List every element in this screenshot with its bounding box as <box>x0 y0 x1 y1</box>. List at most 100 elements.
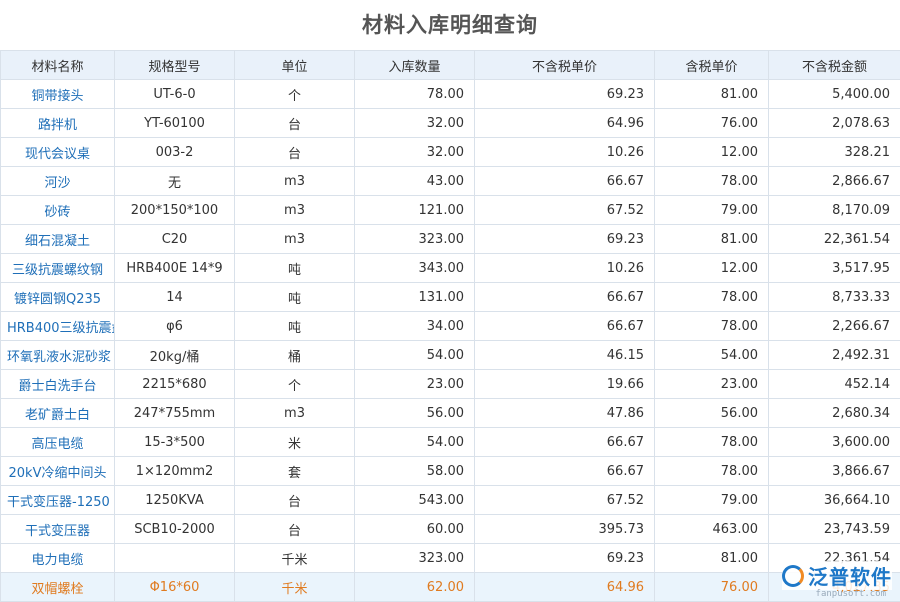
cell-unit: 个 <box>235 80 355 109</box>
cell-amount: 3,866.67 <box>769 457 900 486</box>
cell-unit: m3 <box>235 196 355 225</box>
cell-tax-price: 23.00 <box>655 370 769 399</box>
cell-material-name[interactable]: 环氧乳液水泥砂浆 <box>1 341 115 370</box>
cell-unit: m3 <box>235 225 355 254</box>
cell-amount: 2,266.67 <box>769 312 900 341</box>
cell-price: 46.15 <box>475 341 655 370</box>
cell-material-name[interactable]: 双帽螺栓 <box>1 573 115 602</box>
table-row[interactable]: 双帽螺栓Φ16*60千米62.0064.9676.004,027.35 <box>1 573 900 602</box>
cell-material-name[interactable]: 爵士白洗手台 <box>1 370 115 399</box>
table-row[interactable]: 干式变压器SCB10-2000台60.00395.73463.0023,743.… <box>1 515 900 544</box>
cell-amount: 452.14 <box>769 370 900 399</box>
cell-tax-price: 81.00 <box>655 544 769 573</box>
cell-unit: m3 <box>235 167 355 196</box>
cell-unit: 套 <box>235 457 355 486</box>
cell-qty: 56.00 <box>355 399 475 428</box>
cell-amount: 2,680.34 <box>769 399 900 428</box>
table-row[interactable]: 三级抗震螺纹钢HRB400E 14*9吨343.0010.2612.003,51… <box>1 254 900 283</box>
cell-amount: 8,733.33 <box>769 283 900 312</box>
cell-material-name[interactable]: 现代会议桌 <box>1 138 115 167</box>
table-row[interactable]: 20kV冷缩中间头1×120mm2套58.0066.6778.003,866.6… <box>1 457 900 486</box>
cell-spec: 15-3*500 <box>115 428 235 457</box>
col-header-unit[interactable]: 单位 <box>235 51 355 80</box>
cell-qty: 323.00 <box>355 544 475 573</box>
cell-price: 69.23 <box>475 544 655 573</box>
cell-material-name[interactable]: 干式变压器-1250 <box>1 486 115 515</box>
col-header-spec[interactable]: 规格型号 <box>115 51 235 80</box>
cell-amount: 328.21 <box>769 138 900 167</box>
cell-spec: YT-60100 <box>115 109 235 138</box>
cell-amount: 8,170.09 <box>769 196 900 225</box>
cell-price: 66.67 <box>475 312 655 341</box>
cell-unit: 千米 <box>235 573 355 602</box>
cell-tax-price: 78.00 <box>655 167 769 196</box>
cell-material-name[interactable]: 高压电缆 <box>1 428 115 457</box>
brand-logo-url: fanpusoft.com <box>816 589 886 599</box>
table-row[interactable]: 老矿爵士白247*755mmm356.0047.8656.002,680.34 <box>1 399 900 428</box>
cell-material-name[interactable]: 20kV冷缩中间头 <box>1 457 115 486</box>
cell-amount: 23,743.59 <box>769 515 900 544</box>
cell-qty: 343.00 <box>355 254 475 283</box>
table-row[interactable]: HRB400三级抗震盘φ6吨34.0066.6778.002,266.67 <box>1 312 900 341</box>
cell-price: 67.52 <box>475 486 655 515</box>
cell-tax-price: 79.00 <box>655 196 769 225</box>
table-row[interactable]: 铜带接头UT-6-0个78.0069.2381.005,400.00 <box>1 80 900 109</box>
cell-spec: C20 <box>115 225 235 254</box>
cell-material-name[interactable]: 三级抗震螺纹钢 <box>1 254 115 283</box>
table-row[interactable]: 电力电缆千米323.0069.2381.0022,361.54 <box>1 544 900 573</box>
cell-price: 47.86 <box>475 399 655 428</box>
cell-material-name[interactable]: 铜带接头 <box>1 80 115 109</box>
cell-tax-price: 12.00 <box>655 138 769 167</box>
table-row[interactable]: 高压电缆15-3*500米54.0066.6778.003,600.00 <box>1 428 900 457</box>
cell-unit: 吨 <box>235 254 355 283</box>
table-row[interactable]: 砂砖200*150*100m3121.0067.5279.008,170.09 <box>1 196 900 225</box>
material-inbound-table: 材料名称 规格型号 单位 入库数量 不含税单价 含税单价 不含税金额 铜带接头U… <box>0 50 900 602</box>
cell-unit: 个 <box>235 370 355 399</box>
col-header-qty[interactable]: 入库数量 <box>355 51 475 80</box>
cell-price: 64.96 <box>475 109 655 138</box>
brand-logo-text: 泛普软件 <box>808 561 892 590</box>
col-header-name[interactable]: 材料名称 <box>1 51 115 80</box>
cell-qty: 323.00 <box>355 225 475 254</box>
cell-spec: 1×120mm2 <box>115 457 235 486</box>
cell-unit: m3 <box>235 399 355 428</box>
table-row[interactable]: 河沙无m343.0066.6778.002,866.67 <box>1 167 900 196</box>
table-row[interactable]: 镀锌圆钢Q23514吨131.0066.6778.008,733.33 <box>1 283 900 312</box>
table-row[interactable]: 干式变压器-12501250KVA台543.0067.5279.0036,664… <box>1 486 900 515</box>
cell-unit: 米 <box>235 428 355 457</box>
cell-amount: 2,866.67 <box>769 167 900 196</box>
cell-qty: 32.00 <box>355 138 475 167</box>
table-row[interactable]: 现代会议桌003-2台32.0010.2612.00328.21 <box>1 138 900 167</box>
cell-tax-price: 79.00 <box>655 486 769 515</box>
cell-unit: 台 <box>235 486 355 515</box>
brand-logo-icon <box>782 565 804 587</box>
cell-material-name[interactable]: 砂砖 <box>1 196 115 225</box>
cell-qty: 58.00 <box>355 457 475 486</box>
col-header-price[interactable]: 不含税单价 <box>475 51 655 80</box>
cell-material-name[interactable]: 细石混凝土 <box>1 225 115 254</box>
cell-material-name[interactable]: 老矿爵士白 <box>1 399 115 428</box>
cell-material-name[interactable]: 干式变压器 <box>1 515 115 544</box>
cell-qty: 78.00 <box>355 80 475 109</box>
table-row[interactable]: 路拌机YT-60100台32.0064.9676.002,078.63 <box>1 109 900 138</box>
cell-amount: 3,517.95 <box>769 254 900 283</box>
cell-tax-price: 78.00 <box>655 312 769 341</box>
cell-spec: 无 <box>115 167 235 196</box>
col-header-tax-price[interactable]: 含税单价 <box>655 51 769 80</box>
cell-material-name[interactable]: 镀锌圆钢Q235 <box>1 283 115 312</box>
cell-material-name[interactable]: 路拌机 <box>1 109 115 138</box>
cell-qty: 23.00 <box>355 370 475 399</box>
cell-spec: 14 <box>115 283 235 312</box>
cell-amount: 22,361.54 <box>769 225 900 254</box>
cell-qty: 34.00 <box>355 312 475 341</box>
table-row[interactable]: 细石混凝土C20m3323.0069.2381.0022,361.54 <box>1 225 900 254</box>
table-row[interactable]: 爵士白洗手台2215*680个23.0019.6623.00452.14 <box>1 370 900 399</box>
cell-qty: 43.00 <box>355 167 475 196</box>
cell-price: 69.23 <box>475 80 655 109</box>
cell-material-name[interactable]: 电力电缆 <box>1 544 115 573</box>
table-row[interactable]: 环氧乳液水泥砂浆20kg/桶桶54.0046.1554.002,492.31 <box>1 341 900 370</box>
cell-material-name[interactable]: 河沙 <box>1 167 115 196</box>
col-header-amount[interactable]: 不含税金额 <box>769 51 900 80</box>
cell-spec: UT-6-0 <box>115 80 235 109</box>
cell-material-name[interactable]: HRB400三级抗震盘 <box>1 312 115 341</box>
